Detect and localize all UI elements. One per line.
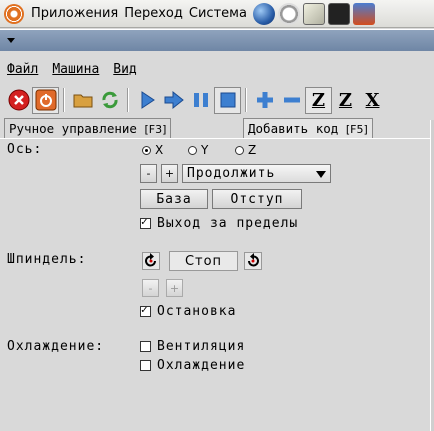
home-button[interactable]: База: [140, 189, 208, 209]
reload-icon[interactable]: [96, 87, 123, 114]
globe-icon[interactable]: [252, 2, 275, 25]
places-menu[interactable]: Переход: [121, 6, 186, 21]
view-z-icon[interactable]: Z: [305, 86, 332, 114]
spindle-stop-button[interactable]: Стоп: [169, 251, 238, 271]
radio-y-indicator: [188, 145, 197, 155]
tab-manual-key: [F3]: [144, 123, 167, 136]
tab-manual-label: Ручное управление: [9, 121, 137, 136]
tab-underline: [0, 138, 434, 139]
view-x-label: X: [365, 89, 380, 111]
menu-machine[interactable]: Машина: [52, 62, 99, 77]
flood-label: Охлаждение: [157, 358, 246, 373]
step-icon[interactable]: [160, 87, 187, 114]
spindle-reverse-icon[interactable]: [142, 252, 160, 270]
panel-right-edge: [430, 120, 434, 431]
stop-icon[interactable]: [214, 86, 241, 114]
menu-file[interactable]: Файл: [7, 62, 38, 77]
brake-box[interactable]: [140, 303, 151, 317]
axis-label: Ось:: [7, 142, 43, 157]
pause-icon[interactable]: [187, 87, 214, 114]
view-z2-icon[interactable]: Z: [332, 87, 359, 114]
coolant-label: Охлаждение:: [7, 339, 105, 354]
axis-radio-z[interactable]: Z: [235, 143, 256, 157]
view-x-icon[interactable]: X: [359, 87, 386, 114]
menu-view[interactable]: Вид: [113, 62, 136, 77]
brake-label: Остановка: [157, 304, 237, 319]
view-z-label: Z: [311, 89, 326, 111]
text-editor-icon[interactable]: [302, 2, 325, 25]
axis-radio-x[interactable]: X: [142, 143, 163, 157]
clock-icon[interactable]: [277, 2, 300, 25]
mist-box[interactable]: [140, 341, 151, 352]
mist-label: Вентиляция: [157, 339, 246, 354]
radio-z-indicator: [235, 145, 244, 155]
zoom-in-icon[interactable]: [251, 87, 278, 114]
toolbar-separator: [245, 88, 247, 112]
menubar: Файл Машина Вид: [0, 58, 434, 80]
radio-x-indicator: [142, 145, 151, 155]
spindle-label: Шпиндель:: [7, 252, 87, 267]
spindle-minus-button[interactable]: -: [142, 279, 159, 297]
zoom-out-icon[interactable]: [278, 87, 305, 114]
tab-mdi-label: Добавить код: [248, 121, 339, 136]
applications-menu[interactable]: Приложения: [28, 6, 121, 21]
touch-off-button[interactable]: Отступ: [212, 189, 302, 209]
flood-box[interactable]: [140, 360, 151, 371]
jog-mode-value: Продолжить: [187, 166, 276, 181]
estop-icon[interactable]: [5, 87, 32, 114]
spindle-forward-icon[interactable]: [244, 252, 262, 270]
override-limits-box[interactable]: [140, 215, 151, 229]
axis-radio-y[interactable]: Y: [188, 143, 208, 157]
axis-radio-y-label: Y: [201, 143, 209, 157]
notebook-tabs: Ручное управление [F3] Добавить код [F5]: [0, 118, 434, 139]
tab-manual-control[interactable]: Ручное управление [F3]: [4, 118, 172, 139]
run-icon[interactable]: [133, 87, 160, 114]
open-file-icon[interactable]: [69, 87, 96, 114]
ubuntu-logo-icon[interactable]: [4, 3, 24, 24]
system-menu[interactable]: Система: [186, 6, 250, 21]
spindle-plus-button[interactable]: +: [166, 279, 183, 297]
toolbar-separator: [63, 88, 65, 112]
flood-checkbox[interactable]: Охлаждение: [140, 358, 245, 373]
power-icon[interactable]: [32, 86, 59, 114]
top-panel: Приложения Переход Система: [0, 0, 434, 28]
brake-checkbox[interactable]: Остановка: [140, 303, 237, 319]
chevron-down-icon: [316, 171, 326, 178]
terminal-icon[interactable]: [327, 2, 350, 25]
override-limits-label: Выход за пределы: [157, 216, 299, 231]
jog-minus-button[interactable]: -: [140, 164, 157, 183]
axis-radio-x-label: X: [155, 143, 164, 157]
axis-radio-z-label: Z: [248, 143, 257, 157]
application-icon[interactable]: [352, 2, 375, 25]
window-menu-arrow-icon[interactable]: [7, 38, 15, 43]
view-z2-label: Z: [338, 89, 353, 111]
jog-plus-button[interactable]: +: [161, 164, 178, 183]
tab-mdi[interactable]: Добавить код [F5]: [243, 118, 373, 138]
override-limits-checkbox[interactable]: Выход за пределы: [140, 215, 299, 231]
toolbar: Z Z X: [0, 84, 434, 116]
jog-mode-select[interactable]: Продолжить: [182, 164, 331, 183]
mist-checkbox[interactable]: Вентиляция: [140, 339, 245, 354]
window-titlebar[interactable]: [0, 29, 434, 51]
tab-mdi-key: [F5]: [345, 123, 368, 136]
toolbar-separator: [127, 88, 129, 112]
